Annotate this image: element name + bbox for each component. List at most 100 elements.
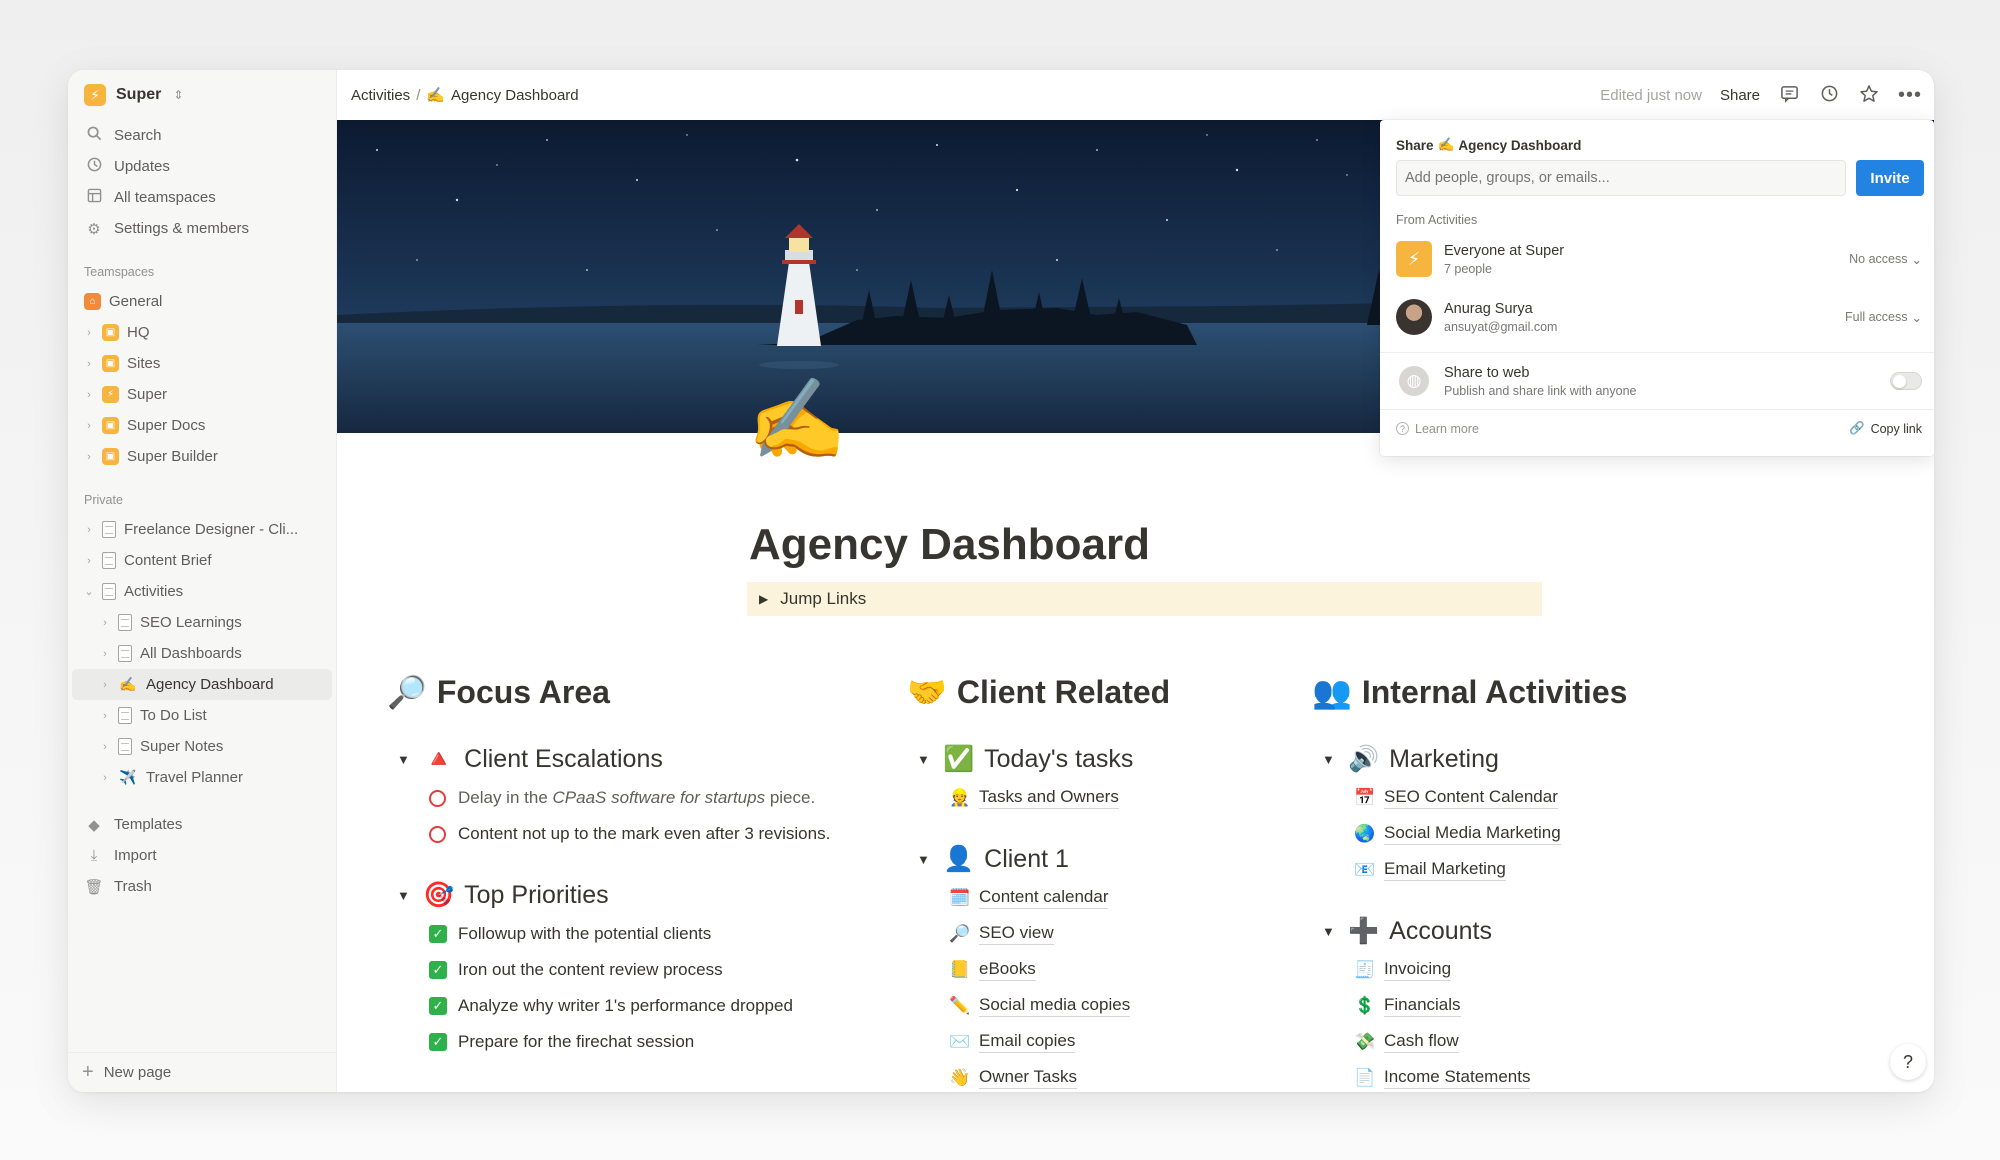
page-link[interactable]: eBooks bbox=[979, 959, 1036, 981]
jump-links-toggle[interactable]: ▶ Jump Links bbox=[747, 582, 1542, 616]
page-link[interactable]: Financials bbox=[1384, 995, 1461, 1017]
page-link[interactable]: Email copies bbox=[979, 1031, 1076, 1053]
todays-tasks-toggle[interactable]: ▼ ✅ Today's tasks bbox=[917, 742, 1170, 776]
client-escalations-toggle[interactable]: ▼ 🔺 Client Escalations bbox=[397, 742, 830, 776]
list-item[interactable]: 💸 Cash flow bbox=[1354, 1024, 1627, 1060]
sidebar-item-sites[interactable]: › ▣ Sites bbox=[68, 348, 336, 379]
chevron-right-icon[interactable]: › bbox=[100, 679, 110, 691]
list-item[interactable]: 👋 Owner Tasks bbox=[949, 1060, 1170, 1092]
sidebar-all-teamspaces[interactable]: All teamspaces bbox=[68, 182, 336, 213]
history-icon[interactable] bbox=[1818, 84, 1840, 106]
sidebar-item-all-dashboards[interactable]: › All Dashboards bbox=[68, 638, 336, 669]
sidebar-item-freelance-designer[interactable]: › Freelance Designer - Cli... bbox=[68, 514, 336, 545]
client-1-list: 🗓️ Content calendar 🔎 SEO view 📒 eBooks … bbox=[949, 880, 1170, 1092]
chevron-right-icon[interactable]: › bbox=[100, 648, 110, 660]
list-item[interactable]: ✏️ Social media copies bbox=[949, 988, 1170, 1024]
workspace-switcher[interactable]: ⚡ Super ⇕ bbox=[68, 70, 336, 120]
list-item[interactable]: 👷 Tasks and Owners bbox=[949, 780, 1170, 816]
top-priorities-toggle[interactable]: ▼ 🎯 Top Priorities bbox=[397, 878, 830, 912]
triangle-down-icon[interactable]: ▼ bbox=[917, 852, 933, 867]
client-1-toggle[interactable]: ▼ 👤 Client 1 bbox=[917, 842, 1170, 876]
chevron-right-icon[interactable]: › bbox=[100, 710, 110, 722]
invite-input[interactable] bbox=[1396, 160, 1846, 196]
sidebar-item-travel-planner[interactable]: › ✈️ Travel Planner bbox=[68, 762, 336, 793]
sidebar-item-super-builder[interactable]: › ▣ Super Builder bbox=[68, 441, 336, 472]
chevron-right-icon[interactable]: › bbox=[100, 617, 110, 629]
sidebar-templates[interactable]: ◆ Templates bbox=[68, 809, 336, 840]
page-link[interactable]: Tasks and Owners bbox=[979, 787, 1119, 809]
sidebar-trash[interactable]: 🗑 Trash bbox=[68, 871, 336, 902]
list-item[interactable]: 💲 Financials bbox=[1354, 988, 1627, 1024]
bolt-icon: ⚡ bbox=[102, 386, 119, 403]
chevron-right-icon[interactable]: › bbox=[84, 555, 94, 567]
breadcrumb-parent[interactable]: Activities bbox=[351, 87, 410, 104]
list-item[interactable]: ✉️ Email copies bbox=[949, 1024, 1170, 1060]
sidebar-item-hq[interactable]: › ▣ HQ bbox=[68, 317, 336, 348]
page-emoji-icon[interactable]: ✍️ bbox=[747, 380, 847, 460]
tree-label: Activities bbox=[124, 583, 184, 600]
list-item[interactable]: 📒 eBooks bbox=[949, 952, 1170, 988]
sidebar-item-agency-dashboard[interactable]: › ✍️ Agency Dashboard bbox=[72, 669, 332, 700]
page-title[interactable]: Agency Dashboard bbox=[749, 520, 1150, 570]
triangle-down-icon[interactable]: ▼ bbox=[397, 888, 413, 903]
access-dropdown[interactable]: No access ⌄ bbox=[1849, 252, 1922, 267]
page-link[interactable]: Content calendar bbox=[979, 887, 1109, 909]
list-item[interactable]: 📄 Income Statements bbox=[1354, 1060, 1627, 1092]
chevron-right-icon[interactable]: › bbox=[84, 524, 94, 536]
chevron-right-icon[interactable]: › bbox=[84, 389, 94, 401]
sidebar-item-to-do-list[interactable]: › To Do List bbox=[68, 700, 336, 731]
list-item[interactable]: 🗓️ Content calendar bbox=[949, 880, 1170, 916]
page-link[interactable]: Cash flow bbox=[1384, 1031, 1459, 1053]
page-link[interactable]: Social media copies bbox=[979, 995, 1131, 1017]
copy-link-button[interactable]: 🔗 Copy link bbox=[1849, 421, 1922, 436]
page-link[interactable]: Social Media Marketing bbox=[1384, 823, 1561, 845]
sidebar-item-content-brief[interactable]: › Content Brief bbox=[68, 545, 336, 576]
chevron-right-icon[interactable]: › bbox=[84, 358, 94, 370]
page-link[interactable]: Invoicing bbox=[1384, 959, 1452, 981]
page-link[interactable]: Income Statements bbox=[1384, 1067, 1531, 1089]
list-item[interactable]: 🌏 Social Media Marketing bbox=[1354, 816, 1627, 852]
page-link[interactable]: Owner Tasks bbox=[979, 1067, 1077, 1089]
sidebar-item-super-docs[interactable]: › ▣ Super Docs bbox=[68, 410, 336, 441]
access-dropdown[interactable]: Full access ⌄ bbox=[1845, 310, 1922, 325]
sidebar-search[interactable]: Search bbox=[68, 120, 336, 151]
list-item[interactable]: 📧 Email Marketing bbox=[1354, 852, 1627, 888]
sidebar-import[interactable]: ⤓ Import bbox=[68, 840, 336, 871]
triangle-down-icon[interactable]: ▼ bbox=[1322, 924, 1338, 939]
triangle-down-icon[interactable]: ▼ bbox=[1322, 752, 1338, 767]
page-link[interactable]: SEO Content Calendar bbox=[1384, 787, 1558, 809]
chevron-right-icon[interactable]: › bbox=[100, 772, 110, 784]
new-page-button[interactable]: + New page bbox=[68, 1052, 336, 1092]
sidebar-item-seo-learnings[interactable]: › SEO Learnings bbox=[68, 607, 336, 638]
sidebar-item-super-notes[interactable]: › Super Notes bbox=[68, 731, 336, 762]
invite-button[interactable]: Invite bbox=[1856, 160, 1924, 196]
sidebar-item-general[interactable]: ⌂ General bbox=[68, 286, 336, 317]
sidebar-updates[interactable]: Updates bbox=[68, 151, 336, 182]
list-item[interactable]: 🧾 Invoicing bbox=[1354, 952, 1627, 988]
list-item[interactable]: 📅 SEO Content Calendar bbox=[1354, 780, 1627, 816]
share-button[interactable]: Share bbox=[1720, 87, 1760, 104]
marketing-toggle[interactable]: ▼ 🔊 Marketing bbox=[1322, 742, 1627, 776]
chevron-right-icon[interactable]: › bbox=[84, 327, 94, 339]
accounts-toggle[interactable]: ▼ ➕ Accounts bbox=[1322, 914, 1627, 948]
more-icon[interactable]: ••• bbox=[1898, 84, 1921, 106]
sidebar-item-activities[interactable]: ⌄ Activities bbox=[68, 576, 336, 607]
triangle-right-icon[interactable]: ▶ bbox=[759, 592, 768, 606]
chevron-down-icon[interactable]: ⌄ bbox=[84, 585, 94, 598]
comment-icon[interactable] bbox=[1778, 84, 1800, 106]
chevron-right-icon[interactable]: › bbox=[84, 420, 94, 432]
list-item[interactable]: 🔎 SEO view bbox=[949, 916, 1170, 952]
page-link[interactable]: Email Marketing bbox=[1384, 859, 1506, 881]
sidebar-item-super[interactable]: › ⚡ Super bbox=[68, 379, 336, 410]
chevron-right-icon[interactable]: › bbox=[84, 451, 94, 463]
chevron-right-icon[interactable]: › bbox=[100, 741, 110, 753]
sidebar-settings[interactable]: ⚙ Settings & members bbox=[68, 213, 336, 244]
help-button[interactable]: ? bbox=[1890, 1044, 1926, 1080]
triangle-down-icon[interactable]: ▼ bbox=[917, 752, 933, 767]
learn-more-link[interactable]: ? Learn more bbox=[1396, 422, 1479, 436]
breadcrumb-current[interactable]: Agency Dashboard bbox=[451, 87, 579, 104]
star-icon[interactable] bbox=[1858, 84, 1880, 106]
share-to-web-toggle[interactable] bbox=[1890, 372, 1922, 390]
page-link[interactable]: SEO view bbox=[979, 923, 1054, 945]
triangle-down-icon[interactable]: ▼ bbox=[397, 752, 413, 767]
